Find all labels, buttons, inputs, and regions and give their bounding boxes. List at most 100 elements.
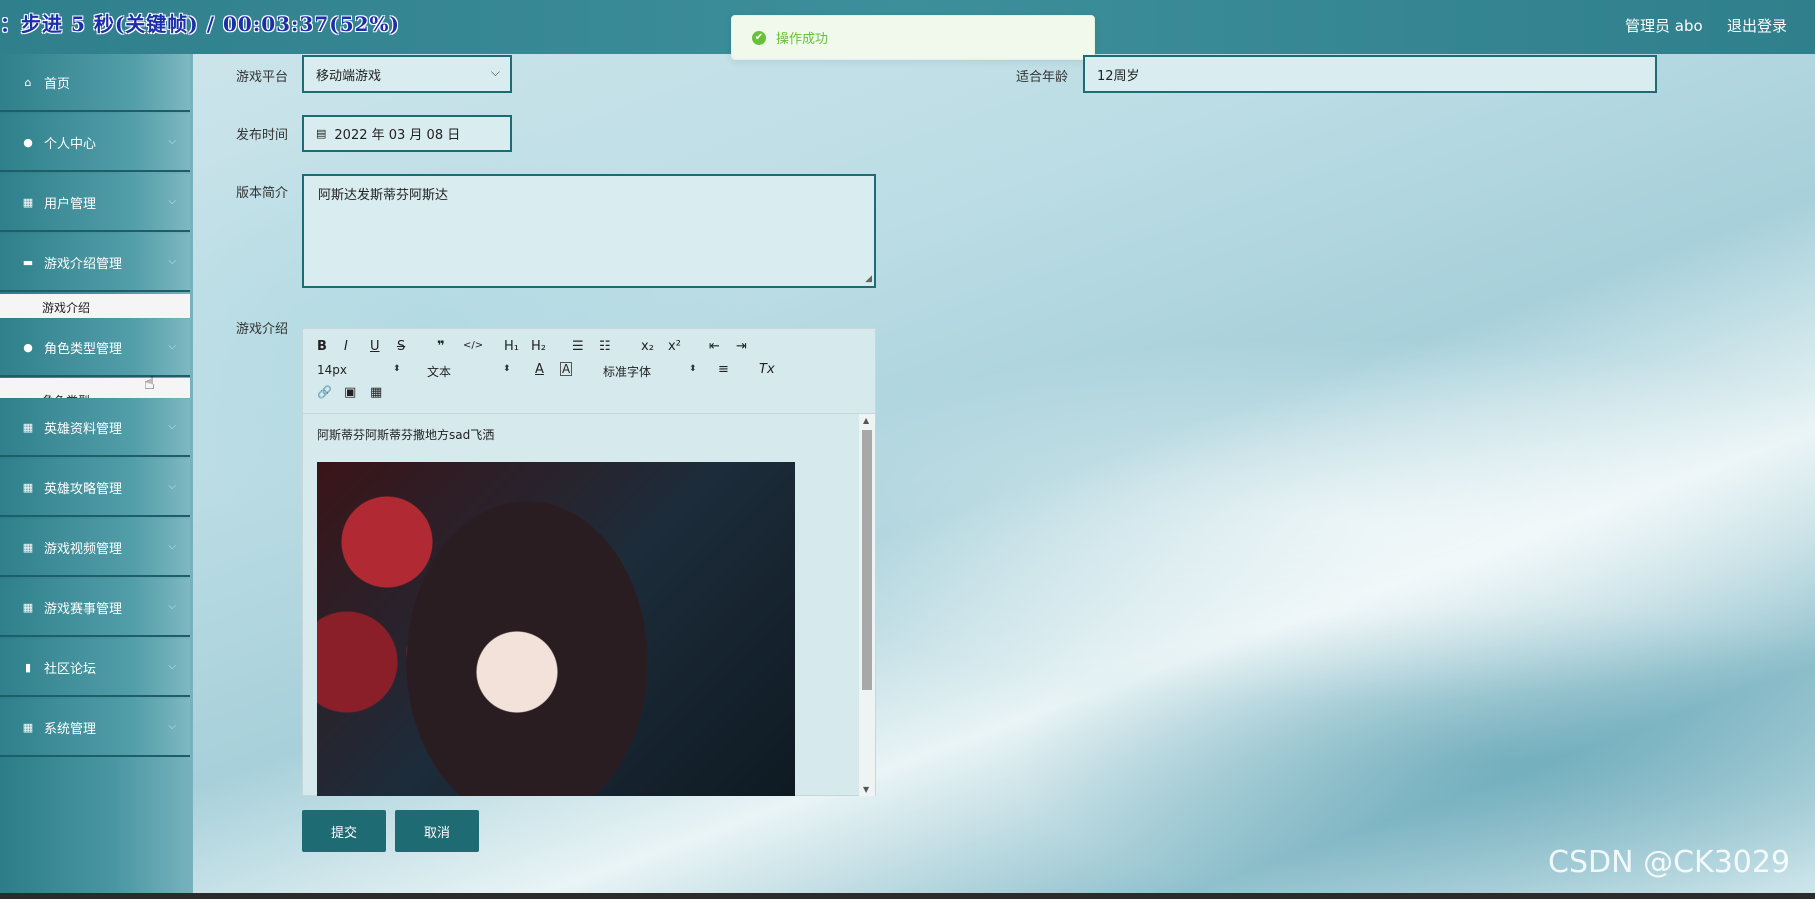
sidebar-item-user-management[interactable]: ▦ 用户管理 ⌵ bbox=[0, 174, 190, 232]
font-color-icon[interactable]: A bbox=[535, 362, 544, 377]
sidebar-item-label: 个人中心 bbox=[44, 136, 97, 152]
chevron-down-icon: ⌵ bbox=[168, 541, 176, 552]
bullet-list-icon[interactable]: ☷ bbox=[599, 339, 611, 354]
editor-embedded-image bbox=[317, 462, 795, 796]
chat-icon: ▬ bbox=[22, 255, 34, 269]
background-color-icon[interactable]: A bbox=[560, 362, 573, 376]
version-intro-textarea[interactable]: 阿斯达发斯蒂芬阿斯达 ◢ bbox=[302, 174, 876, 288]
updown-icon: ⬍ bbox=[503, 364, 511, 374]
heading-1-icon[interactable]: H₁ bbox=[504, 339, 519, 354]
font-size-select[interactable]: 14px ⬍ bbox=[317, 363, 401, 377]
text-type-value: 文本 bbox=[427, 365, 452, 379]
book-icon: ▮ bbox=[24, 660, 32, 674]
publish-time-date-picker[interactable]: ▤ 2022 年 03 月 08 日 bbox=[302, 115, 512, 152]
chevron-down-icon: ⌵ bbox=[168, 481, 176, 492]
updown-icon: ⬍ bbox=[689, 364, 697, 374]
subscript-icon[interactable]: x₂ bbox=[641, 339, 654, 354]
sidebar-item-game-intro-management[interactable]: ▬ 游戏介绍管理 ⌵ bbox=[0, 234, 190, 292]
hand-cursor-icon: ☝ bbox=[144, 373, 155, 394]
sidebar-item-label: 英雄攻略管理 bbox=[44, 481, 123, 497]
logout-link[interactable]: 退出登录 bbox=[1727, 15, 1787, 36]
chevron-down-icon: ⌵ bbox=[490, 65, 500, 79]
success-toast: ✔ 操作成功 bbox=[731, 15, 1095, 60]
sidebar-item-home[interactable]: ⌂ 首页 bbox=[0, 54, 190, 112]
submenu-item-role-type[interactable]: 角色类型 bbox=[0, 378, 190, 398]
watermark: CSDN @CK3029 bbox=[1548, 845, 1791, 880]
editor-scrollbar[interactable]: ▲ ▼ bbox=[859, 414, 875, 796]
superscript-icon[interactable]: x² bbox=[668, 339, 681, 354]
age-value: 12周岁 bbox=[1097, 68, 1140, 84]
align-icon[interactable]: ≡ bbox=[718, 362, 729, 377]
bottom-strip bbox=[0, 893, 1815, 899]
font-family-select[interactable]: 标准字体 ⬍ bbox=[603, 363, 697, 380]
toast-message: 操作成功 bbox=[776, 32, 829, 47]
updown-icon: ⬍ bbox=[393, 364, 401, 374]
grid-icon: ▦ bbox=[22, 420, 34, 434]
scroll-up-icon[interactable]: ▲ bbox=[863, 416, 869, 425]
game-intro-label: 游戏介绍 bbox=[236, 322, 289, 337]
sidebar-item-role-type-management[interactable]: ● 角色类型管理 ⌵ bbox=[0, 319, 190, 377]
code-block-icon[interactable]: </> bbox=[463, 340, 483, 351]
heading-2-icon[interactable]: H₂ bbox=[531, 339, 546, 354]
underline-icon[interactable]: U bbox=[370, 339, 380, 354]
age-label: 适合年龄 bbox=[1016, 70, 1069, 85]
sidebar-item-label: 英雄资料管理 bbox=[44, 421, 123, 437]
sidebar-item-label: 游戏视频管理 bbox=[44, 541, 123, 557]
sidebar-item-label: 游戏介绍管理 bbox=[44, 256, 123, 272]
age-input[interactable]: 12周岁 bbox=[1083, 55, 1657, 93]
resize-grip-icon[interactable]: ◢ bbox=[865, 274, 872, 284]
grid-icon: ▦ bbox=[22, 195, 34, 209]
chevron-down-icon: ⌵ bbox=[168, 256, 176, 267]
outdent-icon[interactable]: ⇤ bbox=[709, 339, 720, 354]
scroll-thumb[interactable] bbox=[862, 430, 872, 690]
link-icon[interactable]: 🔗 bbox=[317, 385, 332, 399]
chevron-down-icon: ⌵ bbox=[168, 341, 176, 352]
cancel-button[interactable]: 取消 bbox=[395, 810, 479, 852]
editor-content-area[interactable]: 阿斯蒂芬阿斯蒂芬撒地方sad飞洒 bbox=[303, 414, 859, 796]
version-intro-label: 版本简介 bbox=[236, 186, 289, 201]
submit-button[interactable]: 提交 bbox=[302, 810, 386, 852]
sidebar-item-hero-guide-management[interactable]: ▦ 英雄攻略管理 ⌵ bbox=[0, 459, 190, 517]
sidebar-item-label: 角色类型管理 bbox=[44, 341, 123, 357]
check-circle-icon: ✔ bbox=[752, 30, 766, 45]
submenu-item-game-intro[interactable]: 游戏介绍 bbox=[0, 294, 190, 318]
sidebar-item-community-forum[interactable]: ▮ 社区论坛 ⌵ bbox=[0, 639, 190, 697]
clear-format-icon[interactable]: Tx bbox=[759, 362, 775, 377]
chevron-down-icon: ⌵ bbox=[168, 136, 176, 147]
chevron-down-icon: ⌵ bbox=[168, 721, 176, 732]
chevron-down-icon: ⌵ bbox=[168, 421, 176, 432]
image-icon[interactable]: ▣ bbox=[344, 385, 356, 400]
sidebar-item-hero-data-management[interactable]: ▦ 英雄资料管理 ⌵ bbox=[0, 399, 190, 457]
strikethrough-icon[interactable]: S bbox=[397, 339, 405, 354]
sidebar-item-label: 用户管理 bbox=[44, 196, 97, 212]
bold-icon[interactable]: B bbox=[317, 339, 327, 354]
video-icon[interactable]: ▦ bbox=[370, 385, 382, 400]
platform-label: 游戏平台 bbox=[236, 70, 289, 85]
scroll-down-icon[interactable]: ▼ bbox=[863, 785, 869, 794]
sidebar-item-system-management[interactable]: ▦ 系统管理 ⌵ bbox=[0, 699, 190, 757]
ordered-list-icon[interactable]: ☰ bbox=[572, 339, 584, 354]
rich-text-editor: B I U S ❞ </> H₁ H₂ ☰ ☷ x₂ x² ⇤ ⇥ 14px ⬍… bbox=[302, 328, 876, 796]
grid-icon: ▦ bbox=[22, 720, 34, 734]
version-intro-value: 阿斯达发斯蒂芬阿斯达 bbox=[318, 188, 449, 203]
font-family-value: 标准字体 bbox=[603, 365, 652, 379]
user-icon: ● bbox=[23, 135, 33, 149]
video-overlay-title: ：步进 5 秒(关键帧) / 00:03:37(52%) bbox=[0, 12, 401, 36]
chevron-down-icon: ⌵ bbox=[168, 661, 176, 672]
platform-select[interactable]: 移动端游戏 ⌵ bbox=[302, 55, 512, 93]
home-icon: ⌂ bbox=[24, 75, 32, 89]
blockquote-icon[interactable]: ❞ bbox=[437, 339, 445, 354]
user-icon: ● bbox=[23, 340, 33, 354]
grid-icon: ▦ bbox=[22, 540, 34, 554]
sidebar-item-game-video-management[interactable]: ▦ 游戏视频管理 ⌵ bbox=[0, 519, 190, 577]
italic-icon[interactable]: I bbox=[344, 339, 348, 354]
sidebar-item-label: 社区论坛 bbox=[44, 661, 97, 677]
platform-value: 移动端游戏 bbox=[316, 68, 382, 84]
grid-icon: ▦ bbox=[22, 600, 34, 614]
indent-icon[interactable]: ⇥ bbox=[736, 339, 747, 354]
text-type-select[interactable]: 文本 ⬍ bbox=[427, 363, 511, 380]
font-size-value: 14px bbox=[317, 363, 347, 377]
editor-content-text: 阿斯蒂芬阿斯蒂芬撒地方sad飞洒 bbox=[317, 428, 495, 442]
sidebar-item-game-event-management[interactable]: ▦ 游戏赛事管理 ⌵ bbox=[0, 579, 190, 637]
sidebar-item-personal-center[interactable]: ● 个人中心 ⌵ bbox=[0, 114, 190, 172]
